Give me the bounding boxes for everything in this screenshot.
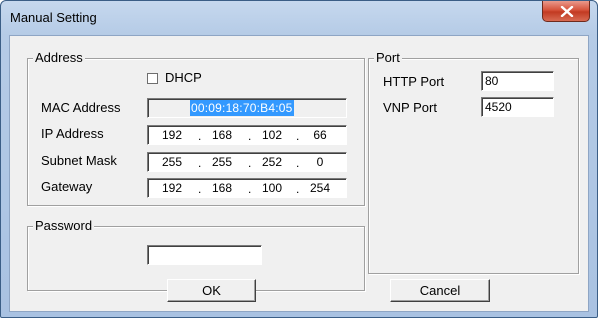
subnet-mask-label: Subnet Mask [41, 153, 117, 168]
subnet-octet-2[interactable]: 255 [200, 154, 244, 170]
gateway-label: Gateway [41, 179, 93, 194]
dhcp-label: DHCP [165, 70, 202, 85]
vnp-port-input[interactable] [485, 99, 550, 115]
subnet-octet-3[interactable]: 252 [250, 154, 294, 170]
window-title: Manual Setting [10, 10, 97, 25]
ip-address-field[interactable]: 192 . 168 . 102 . 66 [147, 125, 347, 145]
port-group: Port HTTP Port VNP Port [368, 50, 579, 274]
password-field[interactable] [147, 245, 262, 265]
gateway-octet-3[interactable]: 100 [250, 180, 294, 196]
password-input[interactable] [151, 247, 258, 263]
http-port-input[interactable] [485, 73, 550, 89]
gateway-octet-2[interactable]: 168 [200, 180, 244, 196]
mac-address-label: MAC Address [41, 100, 121, 115]
cancel-button[interactable]: Cancel [390, 279, 490, 302]
gateway-octet-4[interactable]: 254 [298, 180, 342, 196]
ip-address-label: IP Address [41, 126, 104, 141]
address-group: Address DHCP MAC Address 00:09:18:70:B4:… [27, 50, 365, 206]
vnp-port-field[interactable] [481, 97, 554, 117]
gateway-octet-1[interactable]: 192 [150, 180, 194, 196]
ip-octet-2[interactable]: 168 [200, 127, 244, 143]
http-port-label: HTTP Port [383, 74, 445, 89]
http-port-field[interactable] [481, 71, 554, 91]
port-legend: Port [374, 50, 402, 66]
ok-button[interactable]: OK [167, 279, 256, 302]
close-button[interactable] [542, 1, 590, 22]
mac-address-field[interactable]: 00:09:18:70:B4:05 [147, 98, 347, 118]
dhcp-checkbox[interactable] [147, 73, 158, 84]
ip-octet-3[interactable]: 102 [250, 127, 294, 143]
manual-setting-window: Manual Setting Address DHCP MAC Address … [0, 0, 598, 318]
address-legend: Address [33, 50, 85, 66]
ip-octet-1[interactable]: 192 [150, 127, 194, 143]
close-icon [560, 6, 574, 17]
vnp-port-label: VNP Port [383, 100, 437, 115]
ip-octet-4[interactable]: 66 [298, 127, 342, 143]
gateway-field[interactable]: 192 . 168 . 100 . 254 [147, 178, 347, 198]
title-bar[interactable]: Manual Setting [1, 1, 597, 35]
mac-address-value: 00:09:18:70:B4:05 [190, 100, 294, 116]
subnet-octet-1[interactable]: 255 [150, 154, 194, 170]
subnet-octet-4[interactable]: 0 [298, 154, 342, 170]
subnet-mask-field[interactable]: 255 . 255 . 252 . 0 [147, 152, 347, 172]
password-legend: Password [33, 218, 95, 234]
dialog-client-area: Address DHCP MAC Address 00:09:18:70:B4:… [9, 35, 589, 312]
